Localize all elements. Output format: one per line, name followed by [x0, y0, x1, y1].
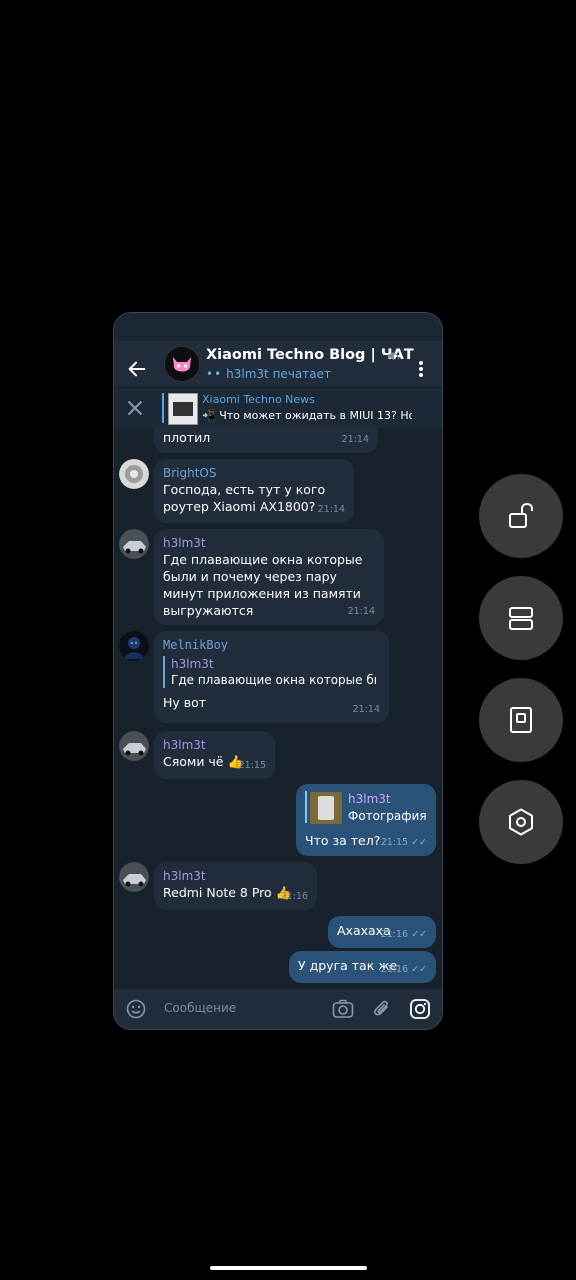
message-time: 21:14	[317, 504, 345, 515]
message-time: 21:16 ✓✓	[381, 926, 427, 943]
reply-text: Фотография	[348, 809, 427, 823]
floating-window-icon	[510, 707, 532, 733]
sender-name[interactable]: MelnikBoy	[163, 637, 380, 653]
message-bubble[interactable]: BrightOS Господа, есть тут у кого роутер…	[154, 459, 354, 523]
floating-window-button[interactable]	[479, 678, 563, 762]
sender-name[interactable]: h3lm3t	[163, 535, 375, 551]
message-bubble-outgoing[interactable]: У друга так же 21:16 ✓✓	[289, 951, 436, 983]
pinned-message[interactable]: Xiaomi Techno News 📲 Что может ожидать в…	[114, 387, 442, 428]
attach-icon[interactable]	[372, 998, 392, 1020]
message-input[interactable]: Сообщение	[164, 1001, 236, 1015]
message-bubble-outgoing[interactable]: h3lm3t Фотография Что за тел? 21:15 ✓✓	[296, 784, 436, 856]
message-text: плотил	[163, 430, 211, 445]
close-icon[interactable]	[126, 399, 144, 417]
settings-button[interactable]	[479, 780, 563, 864]
message-time: 21:14	[352, 704, 380, 715]
message-text: Что за тел?	[305, 833, 381, 848]
sender-name[interactable]: h3lm3t	[163, 737, 266, 753]
message-time: 21:15 ✓✓	[381, 834, 427, 851]
double-check-icon: ✓✓	[411, 964, 427, 975]
emoji-icon[interactable]	[126, 999, 146, 1019]
pinned-accent-bar	[162, 393, 164, 423]
message-bubble[interactable]: плотил 21:14	[154, 427, 378, 453]
unlock-button[interactable]	[479, 474, 563, 558]
reply-name: h3lm3t	[171, 657, 214, 671]
pinned-title: Xiaomi Techno News	[202, 393, 315, 406]
chat-avatar[interactable]	[164, 346, 200, 382]
message-time-text: 21:15	[380, 837, 409, 848]
message-bubble[interactable]: MelnikBoy h3lm3t Где плавающие окна кото…	[154, 631, 389, 723]
message-bubble-outgoing[interactable]: Ахахаха 21:16 ✓✓	[328, 916, 436, 948]
reply-accent-bar	[305, 791, 307, 823]
instagram-icon[interactable]	[409, 998, 431, 1020]
unlock-icon	[509, 502, 533, 528]
message-list[interactable]: плотил 21:14 BrightOS Господа, есть тут …	[114, 427, 442, 989]
message-text: Где плавающие окна которые были и почему…	[163, 552, 363, 618]
double-check-icon: ✓✓	[411, 837, 427, 848]
window-handle[interactable]	[114, 313, 442, 341]
mute-icon	[387, 351, 400, 361]
reply-photo-thumbnail	[310, 792, 342, 824]
avatar[interactable]	[119, 529, 149, 559]
message-bubble[interactable]: h3lm3t Где плавающие окна которые были и…	[154, 529, 384, 625]
message-time: 21:14	[341, 434, 369, 445]
floating-chat-window: Xiaomi Techno Blog | ЧАТ •• h3lm3t печата…	[113, 312, 443, 1030]
typing-status: •• h3lm3t печатает	[206, 367, 331, 381]
camera-icon[interactable]	[332, 999, 354, 1019]
split-screen-icon	[509, 607, 533, 630]
split-screen-button[interactable]	[479, 576, 563, 660]
typing-text: h3lm3t печатает	[226, 367, 331, 381]
message-text: Ну вот	[163, 695, 207, 710]
back-arrow-icon[interactable]	[126, 358, 148, 380]
more-vertical-icon[interactable]	[414, 357, 428, 381]
avatar[interactable]	[119, 459, 149, 489]
double-check-icon: ✓✓	[411, 929, 427, 940]
message-bubble[interactable]: h3lm3t Redmi Note 8 Pro 👍 21:16	[154, 862, 317, 910]
message-input-bar: Сообщение	[114, 989, 442, 1029]
pinned-text: 📲 Что может ожидать в MIUI 13? Нов...	[202, 409, 412, 422]
message-time-text: 21:16	[380, 964, 409, 975]
reply-name: h3lm3t	[348, 792, 391, 806]
typing-dots-icon: ••	[206, 367, 223, 381]
sender-name[interactable]: h3lm3t	[163, 868, 308, 884]
reply-quote[interactable]: h3lm3t Где плавающие окна которые бы...	[163, 656, 380, 688]
reply-text: Где плавающие окна которые бы...	[171, 673, 376, 687]
sender-name[interactable]: BrightOS	[163, 465, 345, 481]
message-bubble[interactable]: h3lm3t Сяоми чё 👍 21:15	[154, 731, 275, 779]
message-time: 21:15	[238, 760, 266, 771]
message-time: 21:14	[347, 606, 375, 617]
avatar[interactable]	[119, 731, 149, 761]
pinned-thumbnail	[168, 393, 198, 425]
message-time: 21:16	[280, 891, 308, 902]
avatar[interactable]	[119, 631, 149, 661]
home-indicator[interactable]	[210, 1266, 367, 1270]
avatar[interactable]	[119, 862, 149, 892]
chat-title[interactable]: Xiaomi Techno Blog | ЧАТ	[206, 347, 414, 363]
message-time-text: 21:16	[380, 929, 409, 940]
message-time: 21:16 ✓✓	[381, 961, 427, 978]
settings-hexagon-icon	[509, 808, 533, 836]
